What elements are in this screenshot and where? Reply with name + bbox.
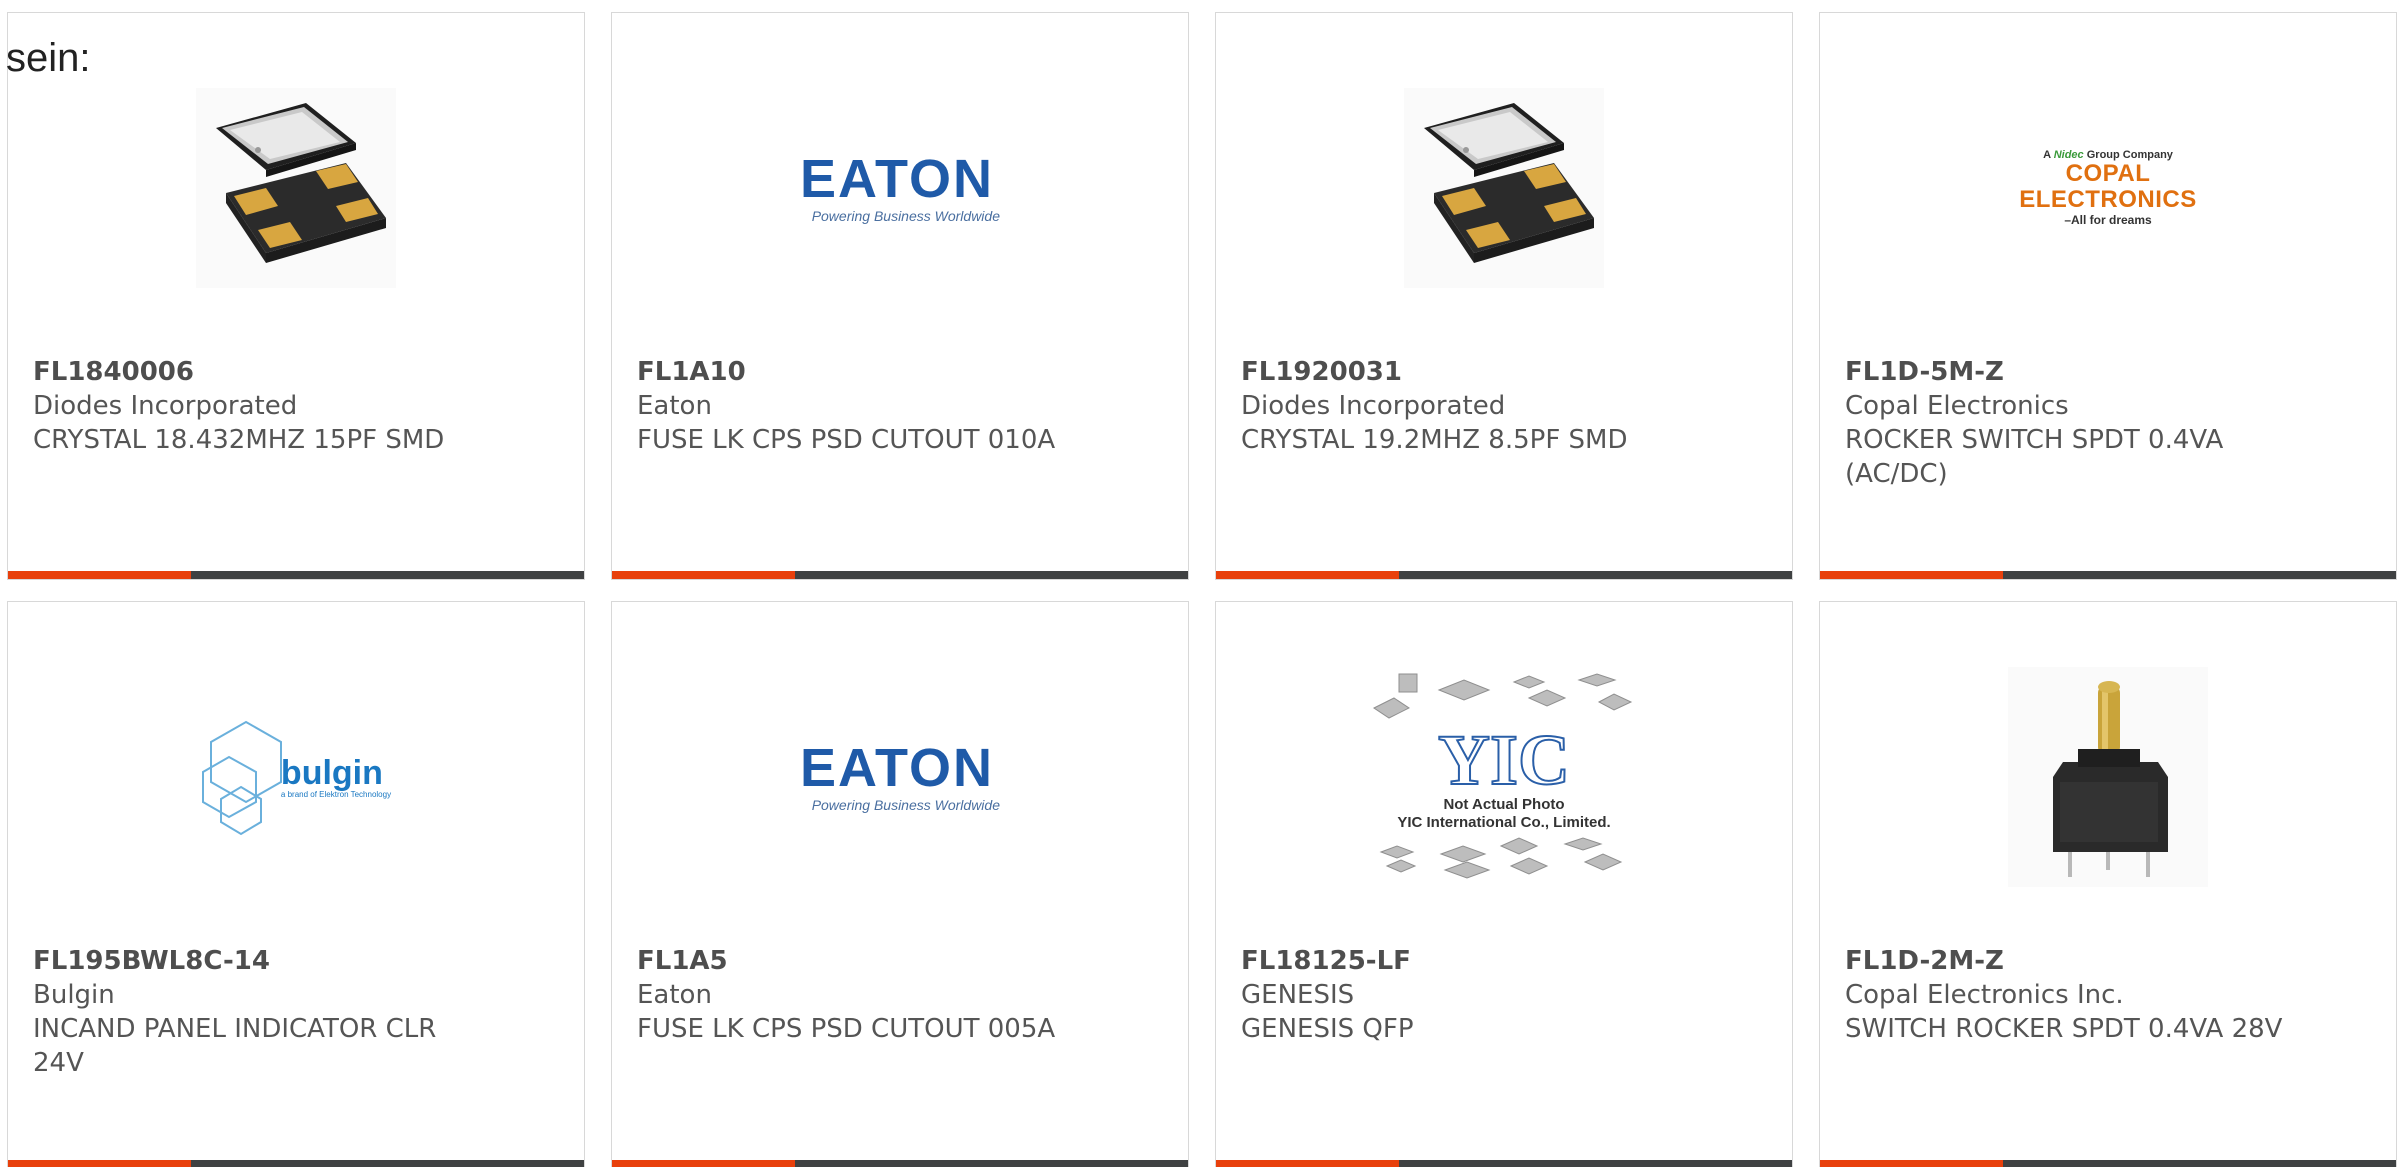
- bulgin-logo-icon: bulgin a brand of Elektron Technology: [201, 717, 391, 837]
- product-info: FL1A5 Eaton FUSE LK CPS PSD CUTOUT 005A: [637, 944, 1077, 1046]
- product-card[interactable]: FL1840006 Diodes Incorporated CRYSTAL 18…: [7, 12, 585, 580]
- card-accent-bar: [1820, 571, 2003, 579]
- rocker-switch-photo-icon: [2008, 667, 2208, 887]
- company-note: YIC International Co., Limited.: [1397, 813, 1611, 831]
- product-card[interactable]: A Nidec Group Company COPAL ELECTRONICS …: [1819, 12, 2397, 580]
- product-description: GENESIS QFP: [1241, 1014, 1414, 1044]
- product-description: INCAND PANEL INDICATOR CLR 24V: [33, 1014, 437, 1078]
- part-number[interactable]: FL1920031: [1241, 355, 1681, 389]
- crystal-photo-icon: [1404, 88, 1604, 288]
- logo-tagline: Powering Business Worldwide: [811, 797, 1000, 813]
- part-number[interactable]: FL1D-5M-Z: [1845, 355, 2285, 389]
- card-accent-bar: [612, 1160, 795, 1167]
- product-description: FUSE LK CPS PSD CUTOUT 005A: [637, 1014, 1056, 1044]
- manufacturer-name: Eaton: [637, 980, 712, 1010]
- product-card[interactable]: YIC Not Actual Photo YIC International C…: [1215, 601, 1793, 1167]
- product-grid-page: sein: FL1840006 Diodes Incorporated CRYS…: [0, 0, 2400, 1167]
- logo-word: EATON: [800, 149, 995, 209]
- manufacturer-name: Bulgin: [33, 980, 115, 1010]
- product-card[interactable]: EATON Powering Business Worldwide FL1A10…: [611, 12, 1189, 580]
- product-card[interactable]: FL1D-2M-Z Copal Electronics Inc. SWITCH …: [1819, 601, 2397, 1167]
- card-bottom-bar: [1216, 1160, 1792, 1167]
- product-info: FL1D-2M-Z Copal Electronics Inc. SWITCH …: [1845, 944, 2285, 1046]
- card-bottom-bar: [8, 571, 584, 579]
- eaton-logo-icon: EATON Powering Business Worldwide: [800, 741, 1000, 813]
- card-bottom-bar: [612, 571, 1188, 579]
- product-info: FL18125-LF GENESIS GENESIS QFP: [1241, 944, 1681, 1046]
- product-description: CRYSTAL 19.2MHZ 8.5PF SMD: [1241, 425, 1628, 455]
- product-description: ROCKER SWITCH SPDT 0.4VA (AC/DC): [1845, 425, 2224, 489]
- logo-top-line: A Nidec Group Company: [2003, 149, 2213, 161]
- product-card[interactable]: EATON Powering Business Worldwide FL1A5 …: [611, 601, 1189, 1167]
- product-image[interactable]: [8, 43, 584, 333]
- product-image[interactable]: [1820, 632, 2396, 922]
- manufacturer-name: Copal Electronics: [1845, 391, 2069, 421]
- product-info: FL1D-5M-Z Copal Electronics ROCKER SWITC…: [1845, 355, 2285, 491]
- card-accent-bar: [1216, 571, 1399, 579]
- logo-top-a: A: [2043, 148, 2051, 161]
- product-image[interactable]: EATON Powering Business Worldwide: [612, 632, 1188, 922]
- logo-tagline: –All for dreams: [2064, 213, 2152, 228]
- logo-top-nidec: Nidec: [2053, 148, 2084, 161]
- logo-tagline: Powering Business Worldwide: [811, 208, 1000, 224]
- card-bottom-bar: [1820, 1160, 2396, 1167]
- product-info: FL1A10 Eaton FUSE LK CPS PSD CUTOUT 010A: [637, 355, 1077, 457]
- product-description: SWITCH ROCKER SPDT 0.4VA 28V: [1845, 1014, 2283, 1044]
- product-info: FL195BWL8C-14 Bulgin INCAND PANEL INDICA…: [33, 944, 473, 1080]
- crystal-photo-icon: [196, 88, 396, 288]
- card-accent-bar: [8, 571, 191, 579]
- manufacturer-name: Diodes Incorporated: [1241, 391, 1506, 421]
- card-accent-bar: [612, 571, 795, 579]
- logo-word: EATON: [800, 738, 995, 798]
- logo-word: bulgin: [280, 753, 383, 792]
- card-bottom-bar: [1820, 571, 2396, 579]
- copal-logo-icon: A Nidec Group Company COPAL ELECTRONICS …: [2003, 149, 2213, 228]
- manufacturer-name: GENESIS: [1241, 980, 1355, 1010]
- chip-packages-top-icon: [1373, 672, 1633, 719]
- not-actual-photo-note: Not Actual Photo: [1443, 795, 1565, 813]
- product-card[interactable]: FL1920031 Diodes Incorporated CRYSTAL 19…: [1215, 12, 1793, 580]
- part-number[interactable]: FL18125-LF: [1241, 944, 1681, 978]
- card-accent-bar: [1820, 1160, 2003, 1167]
- product-image[interactable]: A Nidec Group Company COPAL ELECTRONICS …: [1820, 43, 2396, 333]
- yic-placeholder-icon: YIC Not Actual Photo YIC International C…: [1369, 668, 1639, 887]
- card-accent-bar: [8, 1160, 191, 1167]
- product-image[interactable]: YIC Not Actual Photo YIC International C…: [1216, 632, 1792, 922]
- logo-main: COPAL ELECTRONICS: [2019, 159, 2197, 213]
- logo-top-b: Group Company: [2086, 148, 2173, 161]
- product-image[interactable]: [1216, 43, 1792, 333]
- yic-logo-mark: YIC: [1437, 719, 1571, 800]
- part-number[interactable]: FL1D-2M-Z: [1845, 944, 2285, 978]
- bulgin-hexagon-icon: [201, 720, 282, 836]
- card-bottom-bar: [1216, 571, 1792, 579]
- product-description: FUSE LK CPS PSD CUTOUT 010A: [637, 425, 1056, 455]
- product-image[interactable]: bulgin a brand of Elektron Technology: [8, 632, 584, 922]
- part-number[interactable]: FL195BWL8C-14: [33, 944, 473, 978]
- intro-text: sein:: [6, 36, 91, 80]
- part-number[interactable]: FL1A5: [637, 944, 1077, 978]
- part-number[interactable]: FL1840006: [33, 355, 473, 389]
- product-card[interactable]: bulgin a brand of Elektron Technology FL…: [7, 601, 585, 1167]
- product-info: FL1920031 Diodes Incorporated CRYSTAL 19…: [1241, 355, 1681, 457]
- part-number[interactable]: FL1A10: [637, 355, 1077, 389]
- manufacturer-name: Diodes Incorporated: [33, 391, 298, 421]
- card-accent-bar: [1216, 1160, 1399, 1167]
- manufacturer-name: Copal Electronics Inc.: [1845, 980, 2124, 1010]
- product-image[interactable]: EATON Powering Business Worldwide: [612, 43, 1188, 333]
- logo-tagline: a brand of Elektron Technology: [280, 789, 392, 799]
- product-description: CRYSTAL 18.432MHZ 15PF SMD: [33, 425, 445, 455]
- eaton-logo-icon: EATON Powering Business Worldwide: [800, 152, 1000, 224]
- card-bottom-bar: [612, 1160, 1188, 1167]
- chip-packages-bottom-icon: [1379, 836, 1623, 879]
- card-bottom-bar: [8, 1160, 584, 1167]
- product-info: FL1840006 Diodes Incorporated CRYSTAL 18…: [33, 355, 473, 457]
- manufacturer-name: Eaton: [637, 391, 712, 421]
